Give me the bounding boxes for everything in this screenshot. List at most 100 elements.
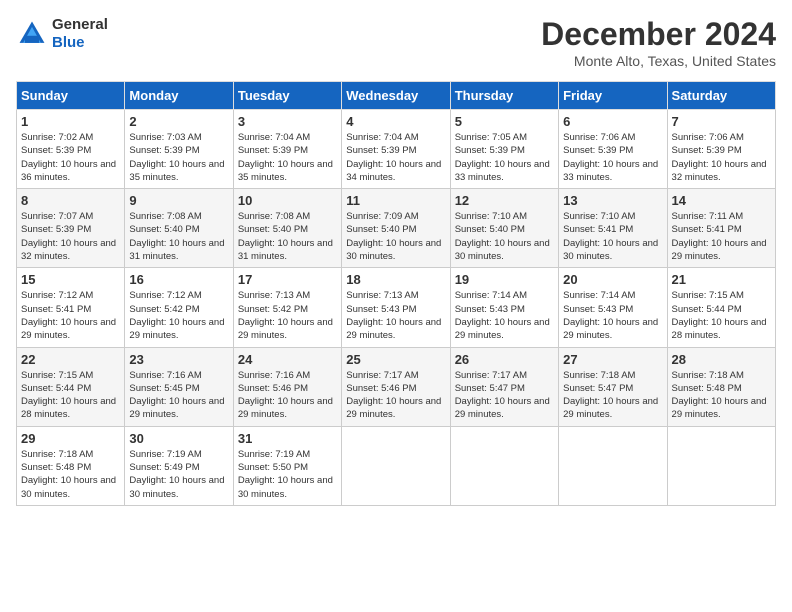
logo-text: General Blue — [52, 16, 108, 52]
day-info: Sunrise: 7:16 AMSunset: 5:45 PMDaylight:… — [129, 369, 228, 422]
calendar-cell: 20 Sunrise: 7:14 AMSunset: 5:43 PMDaylig… — [559, 268, 667, 347]
title-area: December 2024 Monte Alto, Texas, United … — [541, 16, 776, 69]
calendar-cell: 7 Sunrise: 7:06 AMSunset: 5:39 PMDayligh… — [667, 110, 775, 189]
day-number: 20 — [563, 272, 662, 287]
day-info: Sunrise: 7:18 AMSunset: 5:47 PMDaylight:… — [563, 369, 662, 422]
calendar-cell: 4 Sunrise: 7:04 AMSunset: 5:39 PMDayligh… — [342, 110, 450, 189]
day-number: 1 — [21, 114, 120, 129]
day-number: 21 — [672, 272, 771, 287]
day-number: 30 — [129, 431, 228, 446]
day-number: 29 — [21, 431, 120, 446]
day-info: Sunrise: 7:18 AMSunset: 5:48 PMDaylight:… — [21, 448, 120, 501]
day-number: 4 — [346, 114, 445, 129]
calendar-cell: 9 Sunrise: 7:08 AMSunset: 5:40 PMDayligh… — [125, 189, 233, 268]
day-header-thursday: Thursday — [450, 82, 558, 110]
day-info: Sunrise: 7:12 AMSunset: 5:42 PMDaylight:… — [129, 289, 228, 342]
day-header-tuesday: Tuesday — [233, 82, 341, 110]
day-number: 15 — [21, 272, 120, 287]
day-info: Sunrise: 7:13 AMSunset: 5:43 PMDaylight:… — [346, 289, 445, 342]
week-row-4: 22 Sunrise: 7:15 AMSunset: 5:44 PMDaylig… — [17, 347, 776, 426]
calendar-cell: 26 Sunrise: 7:17 AMSunset: 5:47 PMDaylig… — [450, 347, 558, 426]
week-row-5: 29 Sunrise: 7:18 AMSunset: 5:48 PMDaylig… — [17, 426, 776, 505]
day-number: 18 — [346, 272, 445, 287]
day-info: Sunrise: 7:19 AMSunset: 5:50 PMDaylight:… — [238, 448, 337, 501]
day-number: 27 — [563, 352, 662, 367]
day-number: 6 — [563, 114, 662, 129]
day-number: 28 — [672, 352, 771, 367]
calendar-cell: 24 Sunrise: 7:16 AMSunset: 5:46 PMDaylig… — [233, 347, 341, 426]
day-info: Sunrise: 7:10 AMSunset: 5:40 PMDaylight:… — [455, 210, 554, 263]
day-info: Sunrise: 7:17 AMSunset: 5:46 PMDaylight:… — [346, 369, 445, 422]
day-info: Sunrise: 7:05 AMSunset: 5:39 PMDaylight:… — [455, 131, 554, 184]
day-info: Sunrise: 7:06 AMSunset: 5:39 PMDaylight:… — [672, 131, 771, 184]
day-info: Sunrise: 7:16 AMSunset: 5:46 PMDaylight:… — [238, 369, 337, 422]
day-info: Sunrise: 7:19 AMSunset: 5:49 PMDaylight:… — [129, 448, 228, 501]
day-info: Sunrise: 7:12 AMSunset: 5:41 PMDaylight:… — [21, 289, 120, 342]
day-number: 12 — [455, 193, 554, 208]
calendar-cell: 29 Sunrise: 7:18 AMSunset: 5:48 PMDaylig… — [17, 426, 125, 505]
calendar-cell: 13 Sunrise: 7:10 AMSunset: 5:41 PMDaylig… — [559, 189, 667, 268]
calendar-body: 1 Sunrise: 7:02 AMSunset: 5:39 PMDayligh… — [17, 110, 776, 506]
day-number: 22 — [21, 352, 120, 367]
calendar-cell: 10 Sunrise: 7:08 AMSunset: 5:40 PMDaylig… — [233, 189, 341, 268]
calendar-cell: 12 Sunrise: 7:10 AMSunset: 5:40 PMDaylig… — [450, 189, 558, 268]
calendar-cell: 1 Sunrise: 7:02 AMSunset: 5:39 PMDayligh… — [17, 110, 125, 189]
calendar-cell: 28 Sunrise: 7:18 AMSunset: 5:48 PMDaylig… — [667, 347, 775, 426]
calendar-cell: 16 Sunrise: 7:12 AMSunset: 5:42 PMDaylig… — [125, 268, 233, 347]
day-number: 2 — [129, 114, 228, 129]
day-number: 17 — [238, 272, 337, 287]
day-number: 3 — [238, 114, 337, 129]
day-info: Sunrise: 7:17 AMSunset: 5:47 PMDaylight:… — [455, 369, 554, 422]
calendar-cell: 6 Sunrise: 7:06 AMSunset: 5:39 PMDayligh… — [559, 110, 667, 189]
day-info: Sunrise: 7:10 AMSunset: 5:41 PMDaylight:… — [563, 210, 662, 263]
day-info: Sunrise: 7:09 AMSunset: 5:40 PMDaylight:… — [346, 210, 445, 263]
day-number: 23 — [129, 352, 228, 367]
day-info: Sunrise: 7:14 AMSunset: 5:43 PMDaylight:… — [455, 289, 554, 342]
day-header-sunday: Sunday — [17, 82, 125, 110]
day-number: 13 — [563, 193, 662, 208]
day-info: Sunrise: 7:15 AMSunset: 5:44 PMDaylight:… — [672, 289, 771, 342]
day-info: Sunrise: 7:04 AMSunset: 5:39 PMDaylight:… — [238, 131, 337, 184]
day-info: Sunrise: 7:06 AMSunset: 5:39 PMDaylight:… — [563, 131, 662, 184]
calendar-cell: 22 Sunrise: 7:15 AMSunset: 5:44 PMDaylig… — [17, 347, 125, 426]
day-info: Sunrise: 7:15 AMSunset: 5:44 PMDaylight:… — [21, 369, 120, 422]
calendar-cell: 2 Sunrise: 7:03 AMSunset: 5:39 PMDayligh… — [125, 110, 233, 189]
day-number: 16 — [129, 272, 228, 287]
location-title: Monte Alto, Texas, United States — [541, 53, 776, 69]
day-number: 26 — [455, 352, 554, 367]
calendar-cell: 19 Sunrise: 7:14 AMSunset: 5:43 PMDaylig… — [450, 268, 558, 347]
calendar-cell — [342, 426, 450, 505]
day-number: 7 — [672, 114, 771, 129]
day-info: Sunrise: 7:11 AMSunset: 5:41 PMDaylight:… — [672, 210, 771, 263]
calendar-cell: 11 Sunrise: 7:09 AMSunset: 5:40 PMDaylig… — [342, 189, 450, 268]
day-info: Sunrise: 7:08 AMSunset: 5:40 PMDaylight:… — [238, 210, 337, 263]
month-title: December 2024 — [541, 16, 776, 53]
week-row-1: 1 Sunrise: 7:02 AMSunset: 5:39 PMDayligh… — [17, 110, 776, 189]
day-number: 9 — [129, 193, 228, 208]
day-number: 31 — [238, 431, 337, 446]
calendar-cell: 30 Sunrise: 7:19 AMSunset: 5:49 PMDaylig… — [125, 426, 233, 505]
calendar-cell: 8 Sunrise: 7:07 AMSunset: 5:39 PMDayligh… — [17, 189, 125, 268]
day-info: Sunrise: 7:07 AMSunset: 5:39 PMDaylight:… — [21, 210, 120, 263]
calendar-cell: 18 Sunrise: 7:13 AMSunset: 5:43 PMDaylig… — [342, 268, 450, 347]
day-number: 25 — [346, 352, 445, 367]
day-number: 14 — [672, 193, 771, 208]
calendar-cell — [450, 426, 558, 505]
day-number: 8 — [21, 193, 120, 208]
day-number: 19 — [455, 272, 554, 287]
calendar-cell: 25 Sunrise: 7:17 AMSunset: 5:46 PMDaylig… — [342, 347, 450, 426]
calendar-cell: 27 Sunrise: 7:18 AMSunset: 5:47 PMDaylig… — [559, 347, 667, 426]
logo-icon — [16, 18, 48, 50]
day-info: Sunrise: 7:18 AMSunset: 5:48 PMDaylight:… — [672, 369, 771, 422]
day-number: 11 — [346, 193, 445, 208]
day-info: Sunrise: 7:04 AMSunset: 5:39 PMDaylight:… — [346, 131, 445, 184]
day-info: Sunrise: 7:03 AMSunset: 5:39 PMDaylight:… — [129, 131, 228, 184]
day-header-friday: Friday — [559, 82, 667, 110]
header: General Blue December 2024 Monte Alto, T… — [16, 16, 776, 69]
day-header-saturday: Saturday — [667, 82, 775, 110]
calendar-cell: 15 Sunrise: 7:12 AMSunset: 5:41 PMDaylig… — [17, 268, 125, 347]
logo: General Blue — [16, 16, 108, 52]
calendar-cell — [667, 426, 775, 505]
calendar-table: SundayMondayTuesdayWednesdayThursdayFrid… — [16, 81, 776, 506]
calendar-cell: 23 Sunrise: 7:16 AMSunset: 5:45 PMDaylig… — [125, 347, 233, 426]
